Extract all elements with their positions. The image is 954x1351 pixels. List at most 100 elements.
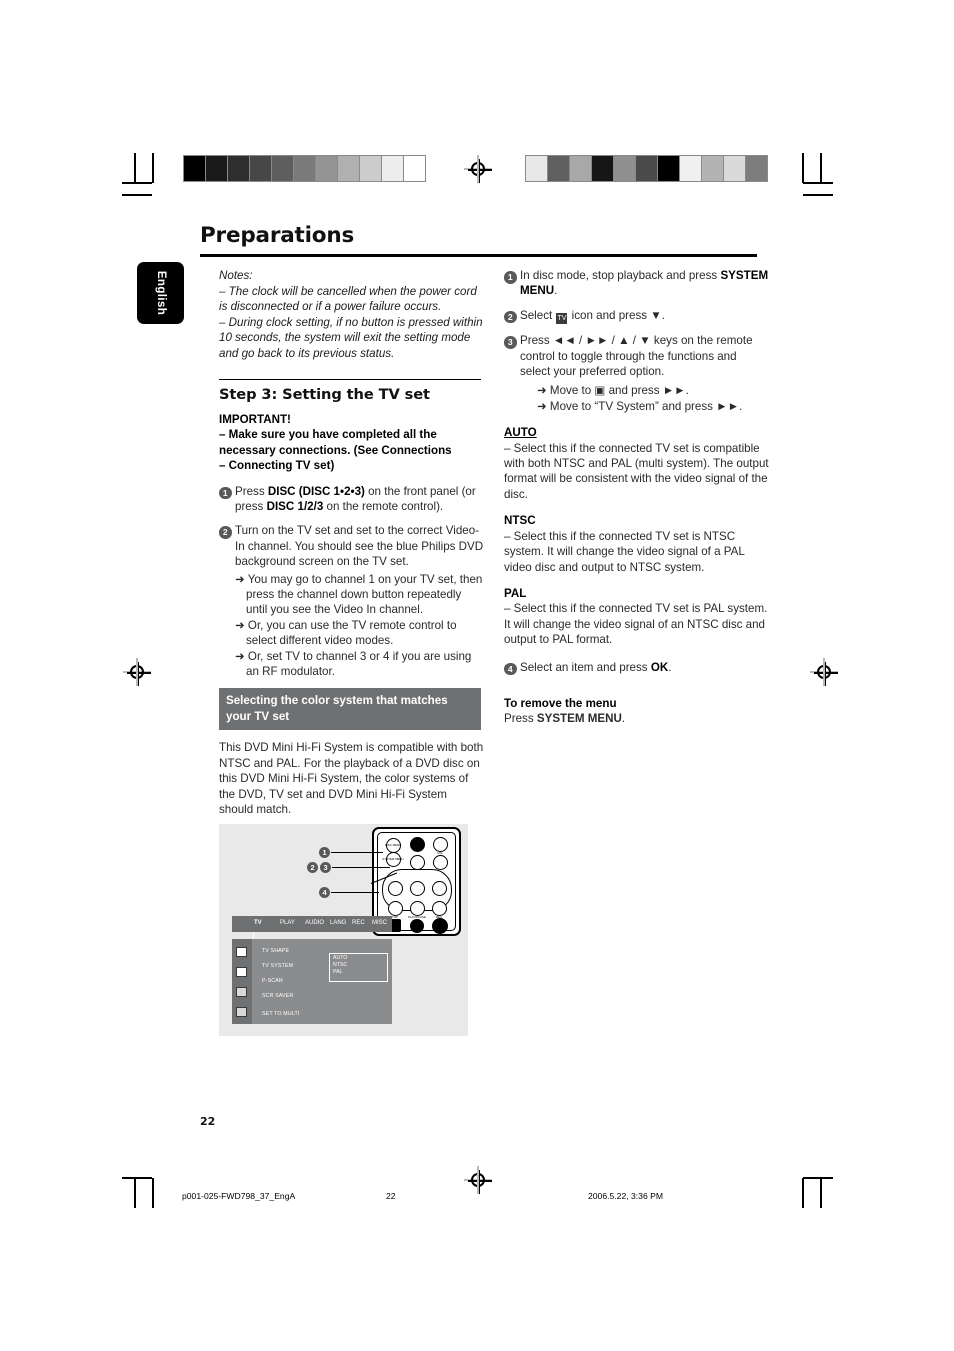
note-item-2: – During clock setting, if no button is … [219, 315, 483, 360]
arrow-note: ➜ Or, you can use the TV remote control … [235, 618, 457, 648]
step3-heading: Step 3: Setting the TV set [219, 385, 430, 403]
manual-page: Preparations English Notes: – The clock … [0, 0, 954, 1351]
crop-mark-tl-h2 [122, 194, 152, 196]
arrow-note: ➜ Or, set TV to channel 3 or 4 if you ar… [235, 649, 472, 679]
body-text: . [668, 660, 672, 674]
title-underline [200, 254, 757, 257]
play-pause-button [410, 919, 424, 933]
system-menu-label: SYSTEM MENU [382, 857, 404, 861]
grayscale-swatch [526, 156, 548, 181]
remove-menu-block: To remove the menu Press SYSTEM MENU. [504, 696, 769, 727]
body-text: on the remote control). [323, 500, 444, 513]
callout-3-line [332, 867, 390, 869]
step-bullet: 1 [504, 268, 520, 299]
callout-3: 3 [320, 862, 331, 873]
body-text: Select [520, 308, 556, 322]
grayscale-swatch [614, 156, 636, 181]
step-number: 4 [504, 662, 517, 676]
option-block-pal: PAL – Select this if the connected TV se… [504, 586, 769, 648]
grayscale-swatch [548, 156, 570, 181]
list-item: 4 Select an item and press OK. [504, 660, 769, 676]
osd-tab-rec: REC [352, 920, 365, 926]
crop-mark-tl-v [152, 153, 154, 183]
grayscale-swatch [228, 156, 250, 181]
grayscale-swatch [658, 156, 680, 181]
tv-icon: TV [556, 312, 568, 324]
list-item: 2 Select TV icon and press ▼. [504, 308, 769, 324]
grayscale-swatch [294, 156, 316, 181]
prev-button [388, 901, 403, 916]
callout-4-line [331, 892, 379, 894]
callout-1-line [331, 852, 383, 854]
crop-mark-br-v [802, 1178, 804, 1208]
callout-2: 2 [307, 862, 318, 873]
body-text: . [554, 284, 558, 298]
option-body-pal: – Select this if the connected TV set is… [504, 602, 768, 647]
step-number: 1 [504, 271, 517, 284]
option-ntsc: NTSC [333, 962, 348, 968]
step-bullet: 2 [504, 308, 520, 324]
step-bullet: 1 [219, 484, 235, 515]
section-divider [219, 378, 481, 380]
next-button [432, 901, 447, 916]
grayscale-swatch [746, 156, 767, 181]
important-block: IMPORTANT! – Make sure you have complete… [219, 412, 484, 474]
grayscale-swatch [404, 156, 425, 181]
important-heading: IMPORTANT! [219, 412, 291, 426]
crop-mark-br-v2 [820, 1178, 822, 1208]
menu-item-p-scan: P-SCAN [262, 978, 283, 984]
language-tab: English [137, 262, 184, 324]
grayscale-swatch [702, 156, 724, 181]
grayscale-swatch [206, 156, 228, 181]
grayscale-swatch [360, 156, 382, 181]
osd-tab-misc: MISC [372, 920, 387, 926]
step-text: Press ◄◄ / ►► / ▲ / ▼ keys on the remote… [520, 333, 769, 414]
step-bullet: 2 [219, 523, 235, 679]
notes-label: Notes: [219, 269, 253, 282]
osd-tab-bar: TV PLAY AUDIO LANG REC MISC [232, 916, 392, 932]
option-pal: PAL [333, 969, 343, 975]
body-text: Press [235, 484, 268, 498]
osd-icon-audio [236, 967, 247, 977]
option-heading-ntsc: NTSC [504, 514, 536, 528]
disc-menu-label: DISC MENU [384, 843, 402, 847]
step-number: 2 [219, 526, 232, 539]
osd-tab-lang: LANG [330, 920, 347, 926]
record-button [432, 918, 448, 934]
step-text: Select an item and press OK. [520, 660, 769, 676]
registration-mark-top [464, 155, 492, 183]
step-body: Turn on the TV set and set to the correc… [235, 524, 484, 569]
osd-menu-panel: TV SHAPE TV SYSTEM P-SCAN SCR SAVER SET … [232, 939, 392, 1024]
language-tab-label: English [154, 270, 167, 316]
emphasis-text: DISC (DISC 1•2•3) [267, 484, 365, 498]
grayscale-swatch [680, 156, 702, 181]
option-heading-auto: AUTO [504, 426, 537, 440]
osd-tab-audio: AUDIO [305, 920, 325, 926]
body-text: In disc mode, stop playback and press [520, 269, 721, 282]
arrow-note: ➜ You may go to channel 1 on your TV set… [235, 572, 483, 617]
nav-up-button [410, 855, 425, 870]
crop-mark-tl-h [122, 182, 152, 184]
step-bullet: 4 [504, 660, 520, 676]
step-bullet: 3 [504, 333, 520, 414]
crop-mark-tr-h [803, 182, 833, 184]
registration-mark-left [123, 658, 151, 686]
osd-tab-play: PLAY [280, 920, 295, 926]
menu-item-tv-shape: TV SHAPE [262, 948, 290, 954]
grayscale-bar-left [183, 155, 426, 182]
volume-down-button [433, 855, 448, 870]
list-item: 1 In disc mode, stop playback and press … [504, 268, 769, 299]
registration-mark-bottom [464, 1166, 492, 1194]
nav-down-button [410, 901, 425, 916]
emphasis-text: SYSTEM MENU [536, 712, 622, 726]
list-item: 1 Press DISC (DISC 1•2•3) on the front p… [219, 484, 484, 515]
crop-mark-tr-v2 [820, 153, 822, 183]
notes-block: Notes: – The clock will be cancelled whe… [219, 268, 484, 362]
osd-icon-rail [232, 939, 252, 1024]
emphasis-text: DISC 1/2/3 [266, 500, 324, 513]
volume-up-button [433, 837, 448, 852]
crop-mark-br-h [803, 1177, 833, 1179]
color-system-body: This DVD Mini Hi-Fi System is compatible… [219, 741, 484, 816]
callout-1: 1 [319, 847, 330, 858]
crop-mark-tr-h2 [803, 194, 833, 196]
